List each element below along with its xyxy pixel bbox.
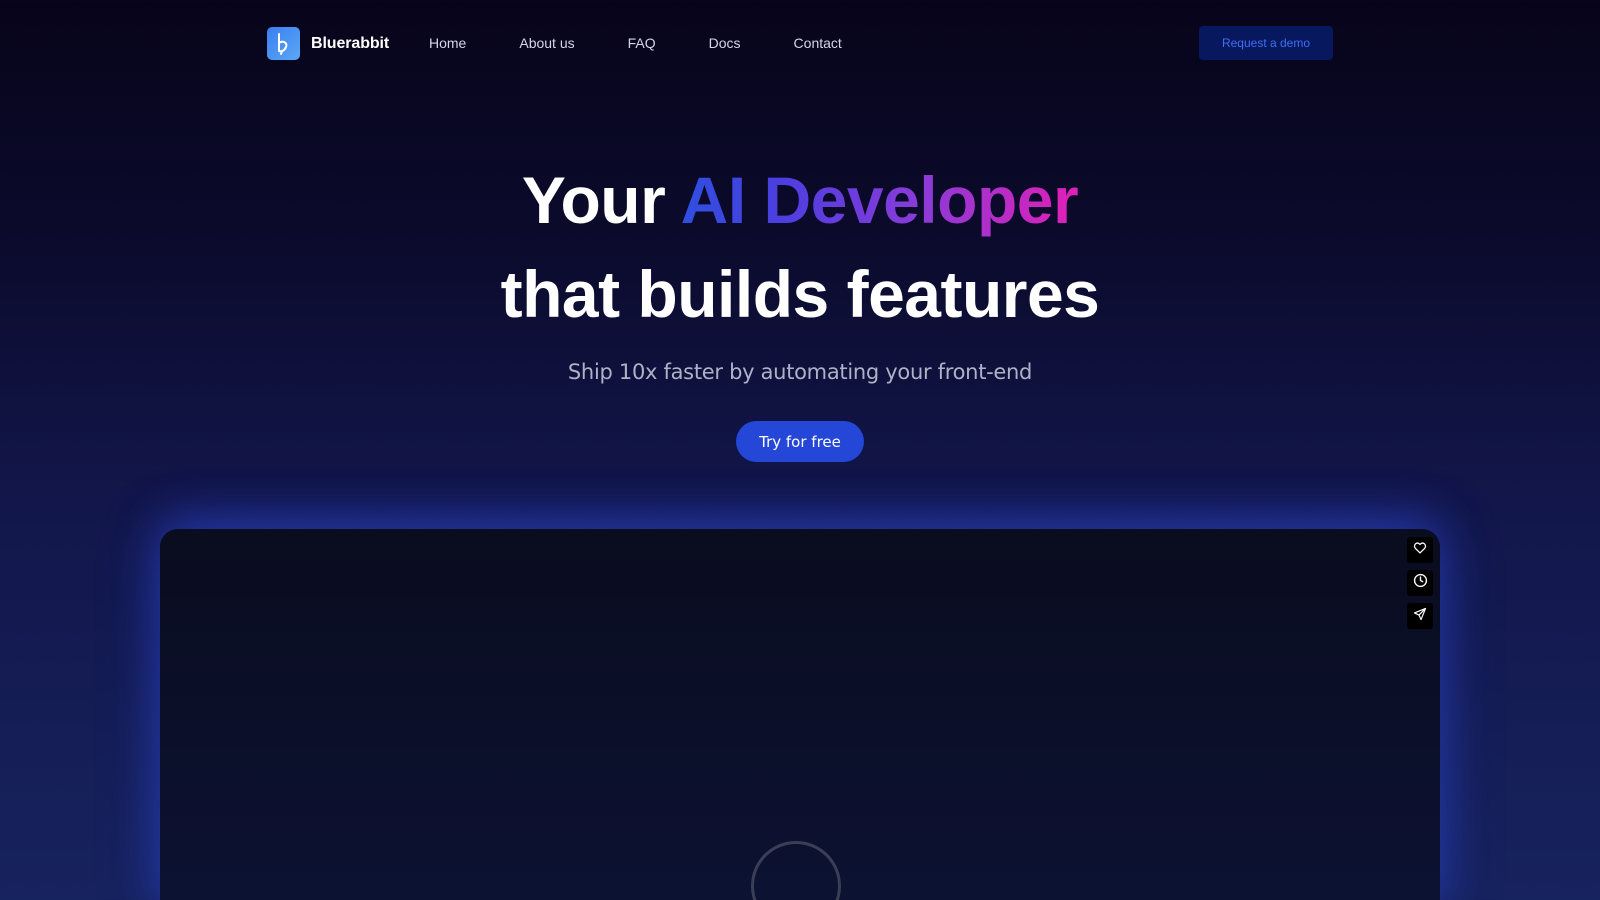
hero-headline-highlight: AI Developer <box>680 163 1079 237</box>
request-demo-button[interactable]: Request a demo <box>1199 26 1333 60</box>
share-button[interactable] <box>1407 603 1433 629</box>
nav-link-about-us[interactable]: About us <box>519 35 574 51</box>
brand-name: Bluerabbit <box>311 34 390 52</box>
heart-icon <box>1413 541 1427 560</box>
bluerabbit-logo-icon <box>267 27 300 60</box>
nav-link-contact[interactable]: Contact <box>794 35 842 51</box>
nav-link-docs[interactable]: Docs <box>709 35 741 51</box>
hero-headline-plain: Your <box>521 163 666 237</box>
hero-subtitle: Ship 10x faster by automating your front… <box>567 360 1033 384</box>
try-for-free-button[interactable]: Try for free <box>736 421 864 462</box>
nav-link-home[interactable]: Home <box>429 35 466 51</box>
nav-link-faq[interactable]: FAQ <box>628 35 656 51</box>
send-icon <box>1413 607 1427 626</box>
favorite-button[interactable] <box>1407 537 1433 563</box>
hero-headline-line-2: that builds features <box>500 257 1100 331</box>
history-button[interactable] <box>1407 570 1433 596</box>
product-preview-panel <box>160 529 1440 900</box>
loading-spinner <box>751 841 841 900</box>
nav-links: Home About us FAQ Docs Contact <box>429 35 842 51</box>
preview-toolbar <box>1407 537 1433 636</box>
brand-logo-link[interactable]: Bluerabbit <box>267 27 389 60</box>
top-nav: Bluerabbit Home About us FAQ Docs Contac… <box>0 0 1600 86</box>
clock-icon <box>1413 573 1428 593</box>
hero-headline-line-1: Your AI Developer <box>0 167 1600 233</box>
